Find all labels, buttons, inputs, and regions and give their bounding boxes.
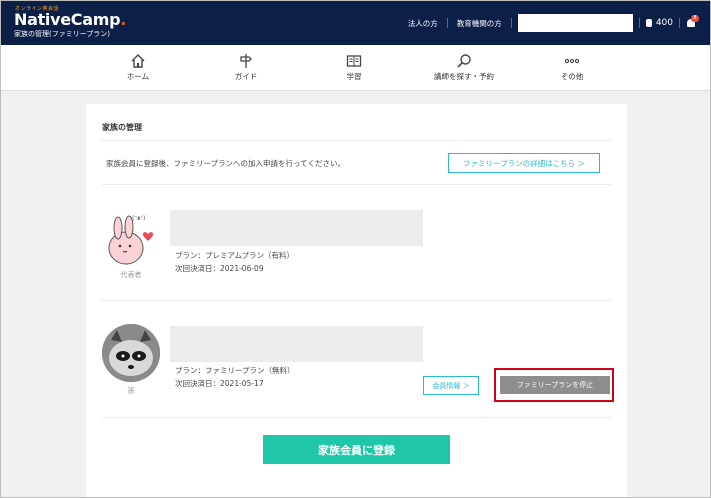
member-role: 代表者 (120, 271, 142, 279)
bell-icon[interactable]: 8 (686, 15, 699, 28)
nav-find-teacher-label: 講師を探す・予約 (434, 72, 494, 81)
avatar: (ᵔᴥᵔ) (102, 210, 160, 268)
member-info-button[interactable]: 会員情報 ＞ (423, 376, 479, 395)
signpost-icon (240, 54, 252, 68)
family-management-card: 家族の管理 家族会員に登録後、ファミリープランへの加入申請を行ってください。 フ… (86, 104, 627, 497)
divider (102, 140, 611, 141)
divider (102, 417, 611, 418)
more-icon (564, 58, 580, 64)
rabbit-avatar-icon: (ᵔᴥᵔ) (108, 215, 154, 265)
plan-text: プラン：プレミアムプラン（有料） (175, 251, 295, 260)
nav-find-teacher[interactable]: 講師を探す・予約 (419, 45, 509, 91)
nav-more-label: その他 (560, 72, 584, 81)
divider (510, 18, 512, 28)
logo-dot: . (120, 10, 127, 29)
page-subtitle: 家族の管理(ファミリープラン) (14, 30, 111, 38)
page-frame: オンライン英会話 NativeCamp. 家族の管理(ファミリープラン) 法人の… (0, 0, 711, 498)
section-title: 家族の管理 (102, 123, 142, 132)
nav-guide-label: ガイド (234, 72, 258, 81)
logo[interactable]: NativeCamp. (14, 10, 126, 29)
nav-guide[interactable]: ガイド (201, 45, 291, 91)
family-plan-details-button[interactable]: ファミリープランの詳細はこちら ＞ (448, 153, 600, 173)
member-info: プラン：ファミリープラン（無料） 次回決済日：2021-05-17 (175, 364, 295, 390)
coin-icon (645, 19, 652, 27)
register-family-member-button[interactable]: 家族会員に登録 (263, 435, 450, 464)
home-icon (131, 54, 145, 68)
corporate-link[interactable]: 法人の方 (399, 18, 447, 29)
divider (102, 184, 611, 185)
redacted-name (170, 326, 423, 362)
notification-badge: 8 (691, 15, 699, 22)
search-icon (457, 54, 471, 68)
stop-family-plan-button[interactable]: ファミリープランを停止 (500, 376, 610, 394)
divider (102, 300, 611, 301)
nav-home[interactable]: ホーム (93, 45, 183, 91)
coin-count: 400 (655, 18, 673, 28)
stop-plan-highlight: ファミリープランを停止 (494, 368, 614, 402)
nav-study-label: 学習 (346, 72, 362, 81)
divider (679, 18, 680, 28)
raccoon-avatar-icon (102, 324, 160, 382)
svg-text:(ᵔᴥᵔ): (ᵔᴥᵔ) (132, 215, 145, 222)
member-role: 孫 (127, 387, 135, 395)
redacted-user-field[interactable] (517, 14, 633, 32)
nav-home-label: ホーム (126, 72, 150, 81)
nav-study[interactable]: 学習 (309, 45, 399, 91)
header-links: 法人の方 教育機関の方 400 8 (399, 1, 710, 45)
avatar (102, 324, 160, 382)
top-header: オンライン英会話 NativeCamp. 家族の管理(ファミリープラン) 法人の… (1, 1, 710, 45)
next-payment-text: 次回決済日：2021-06-09 (175, 264, 264, 273)
education-link[interactable]: 教育機関の方 (448, 18, 511, 29)
nav-more[interactable]: その他 (527, 45, 617, 91)
coin-balance[interactable]: 400 (640, 18, 679, 28)
next-payment-text: 次回決済日：2021-05-17 (175, 379, 264, 388)
logo-text: NativeCamp (14, 10, 121, 29)
main-nav: ホーム ガイド 学習 講師を探す・予約 その他 (1, 45, 710, 91)
intro-text: 家族会員に登録後、ファミリープランへの加入申請を行ってください。 (106, 159, 345, 168)
book-icon (346, 55, 362, 67)
member-info: プラン：プレミアムプラン（有料） 次回決済日：2021-06-09 (175, 249, 294, 275)
plan-text: プラン：ファミリープラン（無料） (175, 366, 295, 375)
redacted-name (170, 210, 423, 246)
